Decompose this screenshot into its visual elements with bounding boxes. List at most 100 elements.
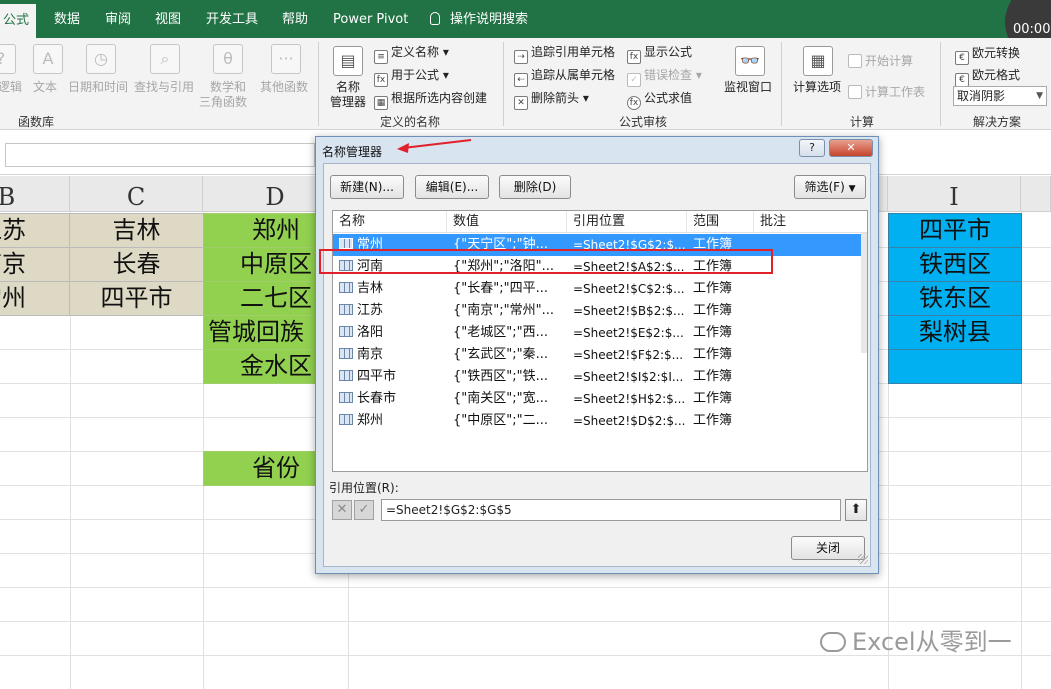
calc-now-label: 开始计算 xyxy=(865,54,914,68)
cell-i2[interactable]: 四平市 xyxy=(888,213,1022,248)
item-scope: 工作簿 xyxy=(693,303,733,318)
tab-review[interactable]: 审阅 xyxy=(105,0,131,38)
cell-i5[interactable]: 梨树县 xyxy=(888,315,1022,350)
header-name[interactable]: 名称 xyxy=(333,211,447,233)
trace-precedents-button[interactable]: ⇢ 追踪引用单元格 xyxy=(514,43,615,64)
show-formulas-icon: fx xyxy=(627,50,641,64)
range-name-icon xyxy=(339,304,353,315)
name-manager-icon[interactable]: ▤ xyxy=(333,46,363,76)
use-in-formula-label: 用于公式 xyxy=(391,68,440,82)
item-value: {"南关区";"宽... xyxy=(453,391,548,406)
calc-options-button[interactable]: 计算选项 xyxy=(793,78,841,95)
calculator-icon[interactable]: ▦ xyxy=(803,46,833,76)
cell-i4[interactable]: 铁东区 xyxy=(888,281,1022,316)
more-functions-button[interactable]: 其他函数 xyxy=(260,78,308,95)
list-item[interactable]: 郑州 {"中原区";"二... =Sheet2!$D$2:$... 工作簿 xyxy=(333,410,867,432)
cell-c4[interactable]: 四平市 xyxy=(69,281,204,316)
collapse-dialog-button[interactable]: ⬆ xyxy=(845,499,867,521)
tab-data[interactable]: 数据 xyxy=(54,0,80,38)
header-refers[interactable]: 引用位置 xyxy=(567,211,687,233)
calc-sheet-button[interactable]: 计算工作表 xyxy=(848,83,925,100)
close-button[interactable]: 关闭 xyxy=(791,536,865,560)
euro-convert-button[interactable]: € 欧元转换 xyxy=(955,44,1020,65)
theta-icon[interactable]: θ xyxy=(213,44,243,74)
help-button[interactable]: ? xyxy=(799,139,825,157)
calc-now-button[interactable]: 开始计算 xyxy=(848,52,913,69)
datetime-function-button[interactable]: 日期和时间 xyxy=(68,78,128,95)
chevron-down-icon: ▼ xyxy=(1036,91,1043,101)
show-formulas-button[interactable]: fx 显示公式 xyxy=(627,43,692,64)
dialog-title: 名称管理器 xyxy=(322,145,383,159)
item-name: 吉林 xyxy=(339,278,447,300)
header-comment[interactable]: 批注 xyxy=(754,211,867,233)
column-header-b[interactable]: B xyxy=(0,176,70,212)
create-from-selection-button[interactable]: ▦ 根据所选内容创建 xyxy=(374,89,487,110)
function-icon: fx xyxy=(374,73,388,87)
header-scope[interactable]: 范围 xyxy=(687,211,754,233)
text-function-button[interactable]: 文本 xyxy=(33,78,57,95)
list-scrollbar[interactable] xyxy=(861,233,867,353)
refers-to-input[interactable]: =Sheet2!$G$2:$G$5 xyxy=(381,499,841,521)
cell-i6[interactable] xyxy=(888,349,1022,384)
cell-b2[interactable]: 江苏 xyxy=(0,213,70,248)
tab-power-pivot[interactable]: Power Pivot xyxy=(333,0,408,38)
shadow-combobox[interactable]: 取消阴影 ▼ xyxy=(953,86,1047,106)
list-item[interactable]: 四平市 {"铁西区";"铁... =Sheet2!$I$2:$I... 工作簿 xyxy=(333,366,867,388)
new-name-button[interactable]: 新建(N)... xyxy=(330,175,404,199)
cancel-edit-icon[interactable]: ✕ xyxy=(332,500,352,520)
tab-help[interactable]: 帮助 xyxy=(282,0,308,38)
list-item[interactable]: 南京 {"玄武区";"秦... =Sheet2!$F$2:$... 工作簿 xyxy=(333,344,867,366)
use-in-formula-button[interactable]: fx 用于公式 ▾ xyxy=(374,66,449,87)
tab-formulas[interactable]: 公式 xyxy=(0,4,37,38)
item-scope: 工作簿 xyxy=(693,391,733,406)
wechat-icon xyxy=(820,632,846,652)
tell-me-label: 操作说明搜索 xyxy=(450,12,529,27)
column-header-j[interactable] xyxy=(1021,176,1051,212)
list-item[interactable]: 江苏 {"南京";"常州"... =Sheet2!$B$2:$... 工作簿 xyxy=(333,300,867,322)
list-item[interactable]: 吉林 {"长春";"四平... =Sheet2!$C$2:$... 工作簿 xyxy=(333,278,867,300)
dialog-close-button[interactable]: ✕ xyxy=(829,139,873,157)
logical-function-button[interactable]: 逻辑 xyxy=(0,78,22,95)
cell-c3[interactable]: 长春 xyxy=(69,247,204,282)
clock-icon[interactable]: ◷ xyxy=(86,44,116,74)
cell-c2[interactable]: 吉林 xyxy=(69,213,204,248)
define-name-button[interactable]: ≡ 定义名称 ▾ xyxy=(374,43,449,64)
evaluate-formula-button[interactable]: fx 公式求值 xyxy=(627,89,692,110)
cell-i3[interactable]: 铁西区 xyxy=(888,247,1022,282)
column-header-i[interactable]: I xyxy=(888,176,1021,212)
cell-text: 常州 xyxy=(0,284,26,312)
tell-me-search[interactable]: 操作说明搜索 xyxy=(430,0,528,38)
lookup-function-button[interactable]: 查找与引用 xyxy=(134,78,194,95)
formula-input[interactable] xyxy=(5,143,315,167)
logical-function-icon[interactable]: ? xyxy=(0,44,16,74)
remove-arrows-button[interactable]: ✕ 删除箭头 ▾ xyxy=(514,89,589,110)
magnifier-icon[interactable]: ⌕ xyxy=(150,44,180,74)
error-checking-button[interactable]: ✓ 错误检查 ▾ xyxy=(627,66,702,87)
range-name-icon xyxy=(339,348,353,359)
tab-view[interactable]: 视图 xyxy=(155,0,181,38)
euro-format-button[interactable]: € 欧元格式 xyxy=(955,66,1020,87)
column-header-c[interactable]: C xyxy=(70,176,203,212)
header-value[interactable]: 数值 xyxy=(447,211,567,233)
watch-window-button[interactable]: 监视窗口 xyxy=(724,78,772,95)
cell-b4[interactable]: 常州 xyxy=(0,281,70,316)
define-name-label: 定义名称 xyxy=(391,45,440,59)
calc-sheet-label: 计算工作表 xyxy=(865,85,926,99)
trace-dependents-button[interactable]: ⇠ 追踪从属单元格 xyxy=(514,66,615,87)
watch-window-icon[interactable]: 👓 xyxy=(735,46,765,76)
resize-grip[interactable] xyxy=(858,554,868,564)
cell-b3[interactable]: 南京 xyxy=(0,247,70,282)
text-function-icon[interactable]: A xyxy=(33,44,63,74)
remove-arrows-icon: ✕ xyxy=(514,96,528,110)
error-check-icon: ✓ xyxy=(627,73,641,87)
filter-button[interactable]: 筛选(F) ▼ xyxy=(794,175,866,199)
edit-name-button[interactable]: 编辑(E)... xyxy=(415,175,489,199)
list-item[interactable]: 洛阳 {"老城区";"西... =Sheet2!$E$2:$... 工作簿 xyxy=(333,322,867,344)
confirm-edit-icon[interactable]: ✓ xyxy=(354,500,374,520)
tab-developer[interactable]: 开发工具 xyxy=(206,0,258,38)
item-value: {"铁西区";"铁... xyxy=(453,369,548,384)
item-name: 四平市 xyxy=(339,366,447,388)
more-functions-icon[interactable]: ··· xyxy=(271,44,301,74)
delete-name-button[interactable]: 删除(D) xyxy=(499,175,571,199)
list-item[interactable]: 长春市 {"南关区";"宽... =Sheet2!$H$2:$... 工作簿 xyxy=(333,388,867,410)
